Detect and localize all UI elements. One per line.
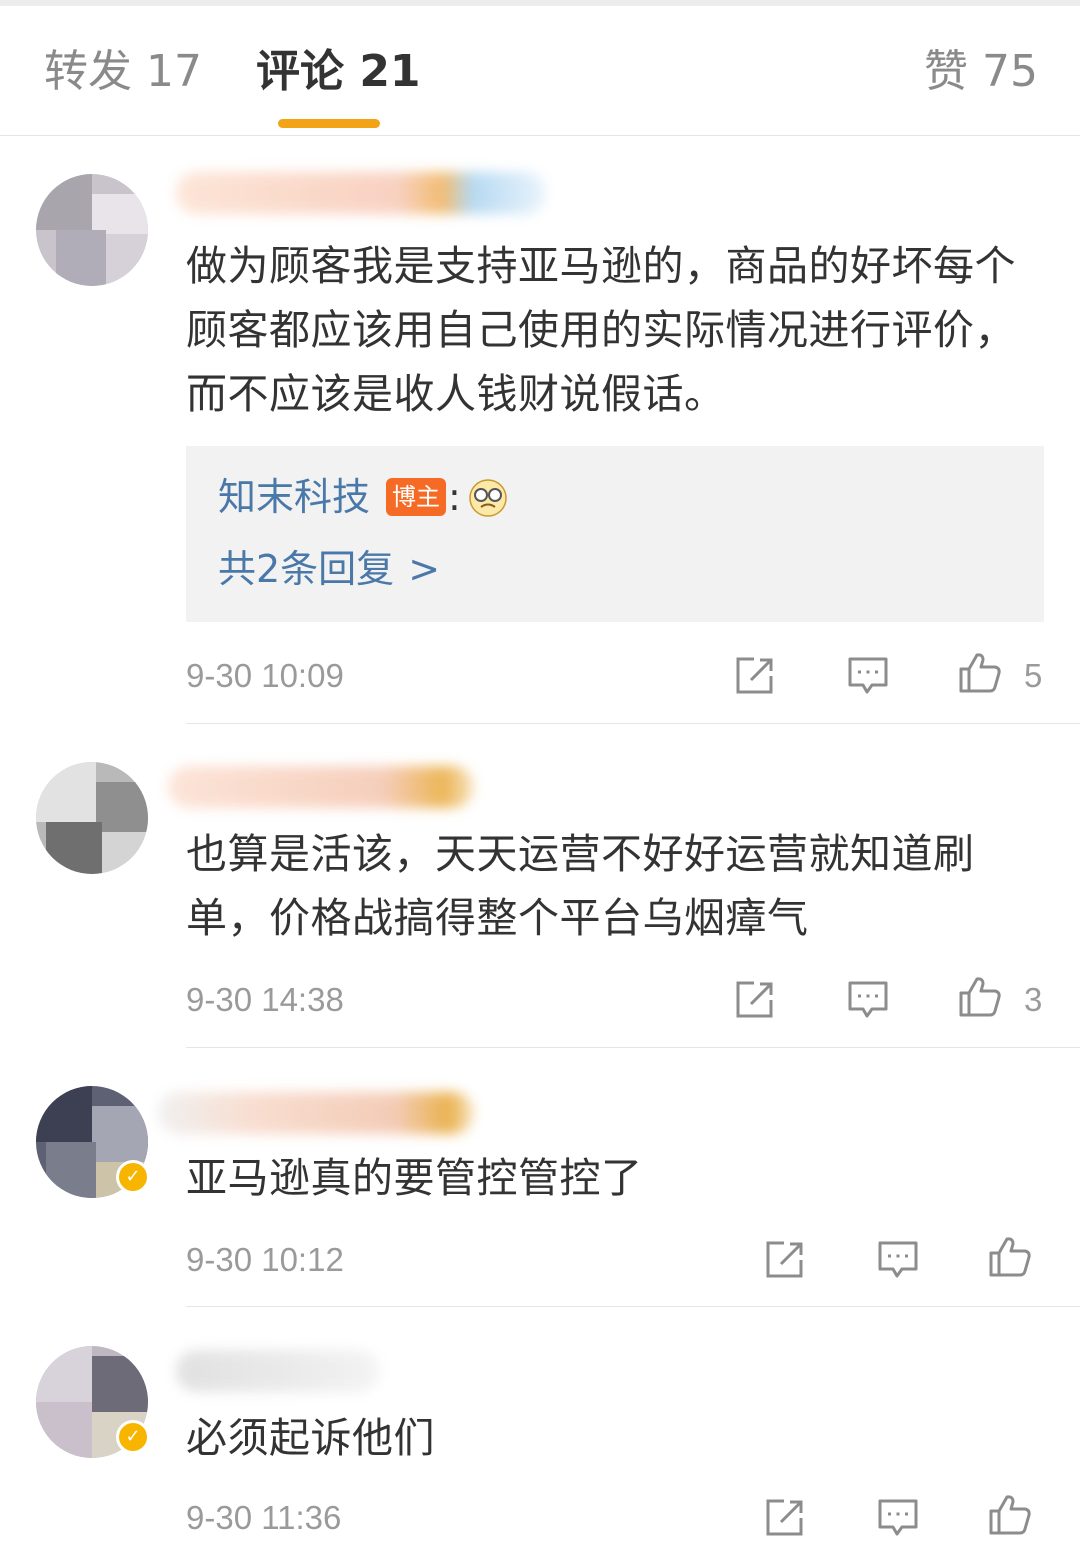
- comment-text: 亚马逊真的要管控管控了: [186, 1154, 643, 1202]
- reply-preview[interactable]: 知末科技 博主 : 共2条回复 >: [186, 446, 1044, 622]
- tab-comments[interactable]: 评论 21: [256, 44, 421, 100]
- avatar[interactable]: [36, 174, 148, 286]
- verified-badge-icon: ✓: [116, 1160, 150, 1194]
- share-icon[interactable]: [762, 1496, 806, 1540]
- share-icon[interactable]: [732, 978, 776, 1022]
- comment-icon[interactable]: [876, 1238, 920, 1282]
- comment-icon[interactable]: [846, 978, 890, 1022]
- comment-text: 做为顾客我是支持亚马逊的，商品的好坏每个顾客都应该用自己使用的实际情况进行评价，…: [186, 242, 1016, 418]
- divider: [186, 1047, 1080, 1048]
- comment-icon[interactable]: [876, 1496, 920, 1540]
- comment-text: 也算是活该，天天运营不好好运营就知道刷单，价格战搞得整个平台乌烟瘴气: [186, 830, 975, 942]
- tab-reposts[interactable]: 转发 17: [44, 44, 202, 100]
- like-count: 5: [1024, 657, 1043, 694]
- divider: [186, 723, 1080, 724]
- username-redacted: [168, 766, 474, 808]
- tab-bar: 转发 17 评论 21 赞 75: [0, 6, 1080, 136]
- username-redacted: [176, 1350, 380, 1392]
- thumb-up-icon[interactable]: [958, 650, 1002, 694]
- comment-timestamp: 9-30 14:38: [186, 981, 344, 1018]
- thumb-up-icon[interactable]: [988, 1234, 1032, 1278]
- comment-timestamp: 9-30 10:09: [186, 657, 344, 694]
- active-tab-indicator: [278, 119, 380, 128]
- username-redacted: [158, 1092, 474, 1134]
- username-redacted: [176, 172, 546, 214]
- like-count: 3: [1024, 981, 1043, 1018]
- thumb-up-icon[interactable]: [988, 1492, 1032, 1536]
- view-all-replies-link[interactable]: 共2条回复 >: [218, 546, 440, 592]
- share-icon[interactable]: [732, 654, 776, 698]
- comment-timestamp: 9-30 11:36: [186, 1499, 342, 1536]
- avatar[interactable]: [36, 762, 148, 874]
- doge-emoji-icon: [469, 479, 507, 517]
- reply-colon: :: [448, 475, 461, 519]
- divider: [186, 1306, 1080, 1307]
- verified-badge-icon: ✓: [116, 1420, 150, 1454]
- comment-timestamp: 9-30 10:12: [186, 1241, 344, 1278]
- host-badge: 博主: [386, 478, 446, 516]
- comment-icon[interactable]: [846, 654, 890, 698]
- tab-likes[interactable]: 赞 75: [924, 44, 1038, 100]
- share-icon[interactable]: [762, 1238, 806, 1282]
- comment-text: 必须起诉他们: [186, 1414, 435, 1462]
- thumb-up-icon[interactable]: [958, 974, 1002, 1018]
- chevron-right-icon: >: [408, 547, 441, 591]
- reply-author[interactable]: 知末科技: [218, 474, 370, 520]
